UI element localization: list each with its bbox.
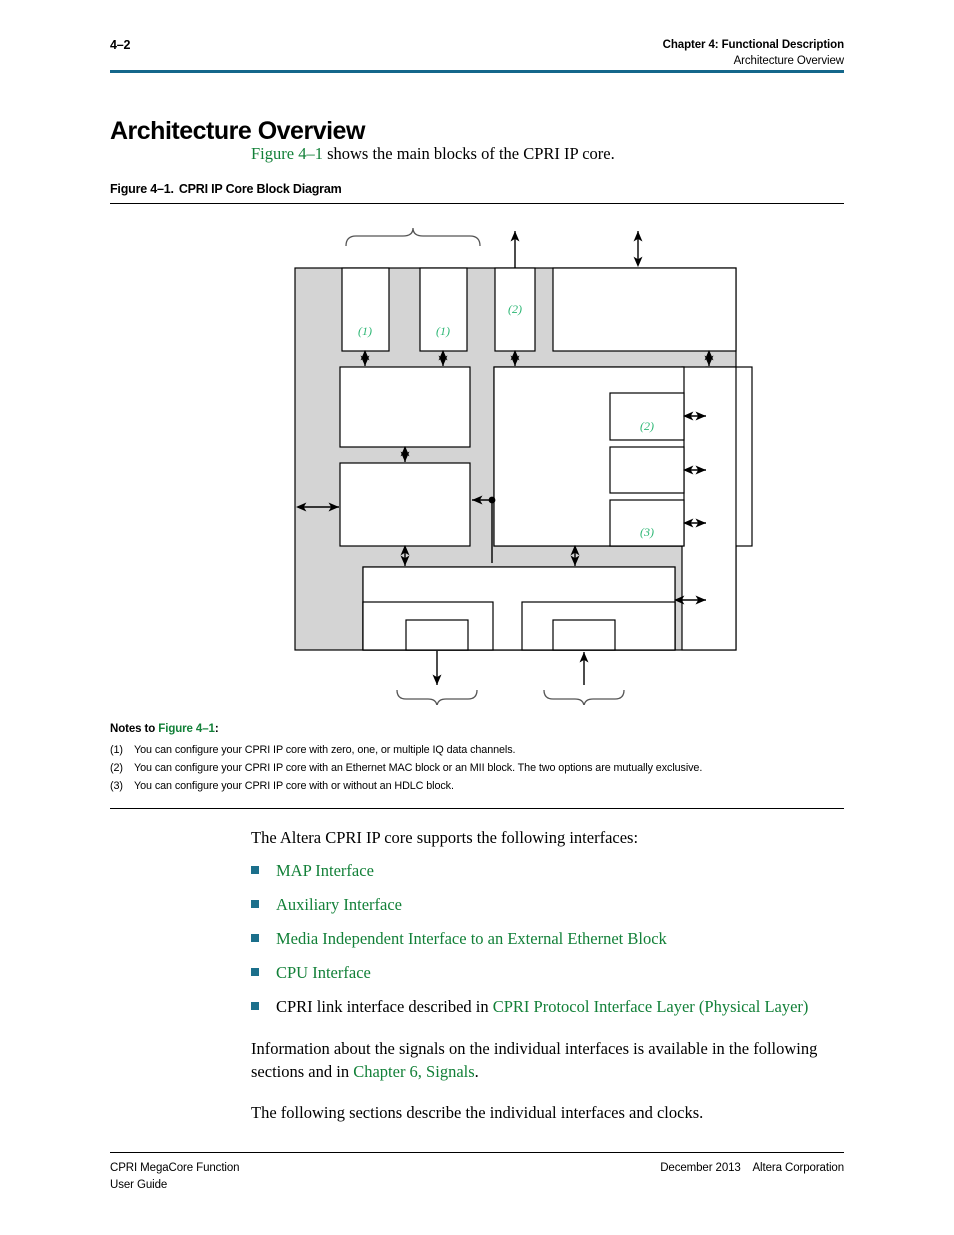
note-marker: (2) [110, 762, 123, 775]
intro-paragraph-text: shows the main blocks of the CPRI IP cor… [322, 144, 615, 163]
cpri-protocol-layer-link[interactable]: CPRI Protocol Interface Layer (Physical … [493, 997, 809, 1016]
bullet-square-icon [251, 866, 259, 875]
figure-caption-number: Figure 4–1. [110, 182, 174, 196]
note-item: (1) You can configure your CPRI IP core … [110, 742, 844, 758]
list-item: Media Independent Interface to an Extern… [251, 927, 851, 950]
map-interface-link[interactable]: MAP Interface [276, 861, 374, 880]
note-item: (3) You can configure your CPRI IP core … [110, 778, 844, 794]
interfaces-bullet-list: MAP Interface Auxiliary Interface Media … [251, 859, 851, 1018]
signals-paragraph: Information about the signals on the ind… [251, 1037, 851, 1083]
bullet-square-icon [251, 934, 259, 943]
list-item-text: CPRI link interface described in CPRI Pr… [276, 995, 851, 1018]
callout-1a: (1) [358, 324, 372, 338]
figure-notes-title-prefix: Notes to [110, 723, 159, 735]
figure-notes: Notes to Figure 4–1: (1) You can configu… [110, 723, 844, 797]
block-rx-serdes-overlay [552, 619, 616, 651]
interfaces-intro-paragraph: The Altera CPRI IP core supports the fol… [251, 828, 639, 847]
figure-caption: Figure 4–1. CPRI IP Core Block Diagram [110, 182, 342, 196]
figure-caption-title: CPRI IP Core Block Diagram [178, 182, 342, 196]
footer-title-line2: User Guide [110, 1178, 168, 1191]
list-item-text: Auxiliary Interface [276, 893, 851, 916]
header-rule [110, 70, 844, 73]
cpu-interface-link[interactable]: CPU Interface [276, 963, 371, 982]
body-content: The Altera CPRI IP core supports the fol… [251, 826, 851, 1134]
footer-rule [110, 1152, 844, 1154]
footer-document-title: CPRI MegaCore Function User Guide [110, 1160, 240, 1193]
block-tx-serdes-overlay [405, 619, 469, 651]
figure-notes-title-suffix: : [214, 723, 219, 735]
mii-interface-link[interactable]: Media Independent Interface to an Extern… [276, 929, 667, 948]
list-item: MAP Interface [251, 859, 851, 882]
chapter-6-signals-link[interactable]: Chapter 6, Signals [353, 1062, 474, 1081]
callout-3: (3) [640, 525, 654, 539]
auxiliary-interface-link[interactable]: Auxiliary Interface [276, 895, 402, 914]
cpri-ip-core-block-diagram: (1) (1) (2) (2) (3) [110, 215, 844, 705]
list-item-text: CPU Interface [276, 961, 851, 984]
list-item: Auxiliary Interface [251, 893, 851, 916]
bullet-square-icon [251, 900, 259, 909]
figure-caption-rule [110, 203, 844, 205]
page-footer: CPRI MegaCore Function User Guide Decemb… [110, 1160, 844, 1193]
note-marker: (1) [110, 744, 123, 756]
signals-paragraph-pre: Information about the signals on the ind… [251, 1038, 818, 1081]
top-brace-iq [345, 227, 481, 247]
bullet-square-icon [251, 1002, 259, 1011]
block-iq-channel-2 [419, 267, 468, 352]
notes-bottom-rule [110, 808, 844, 810]
note-text: You can configure your CPRI IP core with… [134, 762, 703, 775]
intro-paragraph: Figure 4–1 shows the main blocks of the … [251, 143, 851, 165]
page-title: Architecture Overview [110, 116, 365, 145]
list-item: CPRI link interface described in CPRI Pr… [251, 995, 851, 1018]
list-item: CPU Interface [251, 961, 851, 984]
callout-2a: (2) [508, 302, 522, 316]
note-item: (2) You can configure your CPRI IP core … [110, 760, 844, 776]
header-chapter-title: Chapter 4: Functional Description [662, 39, 844, 51]
figure-notes-title: Notes to Figure 4–1: [110, 723, 844, 735]
block-vendor-specific-overlay [609, 446, 685, 494]
block-map-upper [339, 366, 471, 448]
block-top-wide [552, 267, 737, 352]
folio-page-number: 4–2 [110, 38, 131, 52]
aux-junction-dot [488, 496, 496, 504]
note-text: You can configure your CPRI IP core with… [134, 780, 454, 793]
list-item-text: Media Independent Interface to an Extern… [276, 927, 851, 950]
list-item-text: MAP Interface [276, 859, 851, 882]
bottom-brace-tx [396, 689, 478, 705]
closing-paragraph: The following sections describe the indi… [251, 1102, 704, 1122]
header-section-title: Architecture Overview [733, 54, 844, 67]
callout-2b: (2) [640, 419, 654, 433]
footer-title-line1: CPRI MegaCore Function [110, 1162, 240, 1174]
block-hdlc-overlay [609, 499, 685, 547]
footer-date-publisher: December 2013 Altera Corporation [660, 1162, 844, 1174]
signals-paragraph-post: . [474, 1061, 479, 1081]
block-cpu-interface [681, 366, 737, 651]
page-header: 4–2 Chapter 4: Functional Description Ar… [110, 38, 844, 69]
note-marker: (3) [110, 780, 123, 793]
header-chapter-block: Chapter 4: Functional Description Archit… [663, 38, 844, 69]
figure-cross-reference-link[interactable]: Figure 4–1 [251, 144, 323, 163]
block-iq-channel-1 [341, 267, 390, 352]
bullet-square-icon [251, 968, 259, 977]
callout-1b: (1) [436, 324, 450, 338]
bottom-brace-rx [543, 689, 625, 705]
cpri-link-interface-text: CPRI link interface described in [276, 997, 493, 1017]
block-map-lower [339, 462, 471, 547]
diagram-canvas: (1) (1) (2) (2) (3) [294, 227, 753, 705]
figure-notes-title-link[interactable]: Figure 4–1 [158, 723, 215, 735]
note-text: You can configure your CPRI IP core with… [134, 744, 516, 756]
